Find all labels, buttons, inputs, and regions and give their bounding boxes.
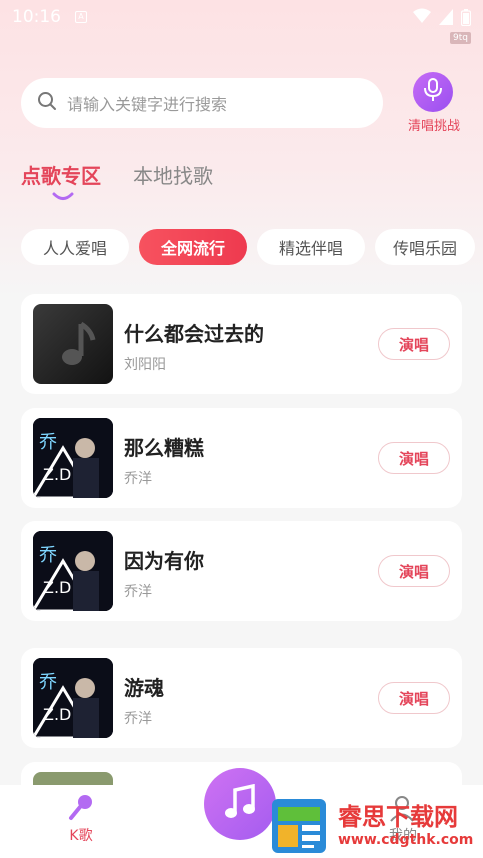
- song-card[interactable]: 乔 Z.D 那么糟糕 乔洋 演唱: [21, 408, 462, 508]
- song-title: 那么糟糕: [124, 436, 204, 460]
- song-card[interactable]: 什么都会过去的 刘阳阳 演唱: [21, 294, 462, 394]
- song-card[interactable]: 乔 Z.D 游魂 乔洋 演唱: [21, 648, 462, 748]
- svg-text:乔: 乔: [39, 432, 57, 453]
- chip-everyone-loves[interactable]: 人人爱唱: [21, 229, 129, 265]
- song-card[interactable]: 乔 Z.D 因为有你 乔洋 演唱: [21, 521, 462, 621]
- search-placeholder: 请输入关键字进行搜索: [67, 95, 228, 114]
- mic-challenge-label[interactable]: 清唱挑战: [403, 115, 465, 134]
- svg-text:Z.D: Z.D: [43, 578, 71, 597]
- song-cover: 乔 Z.D: [33, 531, 113, 611]
- tab-local-songs[interactable]: 本地找歌: [133, 160, 213, 189]
- watermark-url: www.cdgthk.com: [338, 832, 474, 848]
- watermark-title: 睿思下载网: [338, 803, 458, 831]
- sing-button[interactable]: 演唱: [378, 442, 450, 474]
- watermark: 睿思下载网 www.cdgthk.com: [268, 797, 473, 855]
- corner-tag: 9tq: [450, 32, 471, 44]
- mic-button[interactable]: [413, 72, 453, 112]
- chip-selected-accompaniment[interactable]: 精选伴唱: [257, 229, 365, 265]
- wifi-icon: [413, 8, 431, 26]
- svg-text:乔: 乔: [39, 545, 57, 566]
- song-artist: 乔洋: [124, 471, 152, 487]
- karaoke-mic-icon[interactable]: [66, 792, 96, 822]
- microphone-icon: [423, 78, 443, 106]
- signal-icon: [439, 9, 453, 25]
- song-artist: 乔洋: [124, 711, 152, 727]
- song-title: 什么都会过去的: [124, 322, 264, 346]
- status-time: 10:16: [12, 7, 61, 27]
- search-input[interactable]: 请输入关键字进行搜索: [21, 78, 383, 128]
- svg-text:Z.D: Z.D: [43, 705, 71, 724]
- svg-text:Z.D: Z.D: [43, 465, 71, 484]
- notification-icon: A: [75, 11, 87, 23]
- song-title: 因为有你: [124, 549, 204, 573]
- music-note-icon: [223, 783, 257, 824]
- search-icon: [37, 91, 57, 115]
- song-title: 游魂: [124, 676, 164, 700]
- tab-song-zone[interactable]: 点歌专区: [21, 160, 101, 189]
- music-center-button[interactable]: [204, 768, 276, 840]
- song-cover: [33, 304, 113, 384]
- tab-bar: 点歌专区 本地找歌: [21, 160, 213, 189]
- chip-trending[interactable]: 全网流行: [139, 229, 247, 265]
- category-chips: 人人爱唱 全网流行 精选伴唱 传唱乐园: [21, 229, 475, 265]
- battery-icon: [461, 8, 471, 26]
- sing-button[interactable]: 演唱: [378, 555, 450, 587]
- song-artist: 刘阳阳: [124, 357, 166, 373]
- music-note-icon: [33, 321, 113, 384]
- song-artist: 乔洋: [124, 584, 152, 600]
- song-cover: 乔 Z.D: [33, 658, 113, 738]
- status-bar: 10:16 A: [0, 0, 483, 34]
- nav-k-song[interactable]: K歌: [60, 825, 102, 845]
- sing-button[interactable]: 演唱: [378, 682, 450, 714]
- chip-singing-park[interactable]: 传唱乐园: [375, 229, 475, 265]
- watermark-logo-icon: [268, 797, 330, 855]
- song-cover: 乔 Z.D: [33, 418, 113, 498]
- svg-text:乔: 乔: [39, 672, 57, 693]
- tab-indicator: [52, 188, 74, 200]
- sing-button[interactable]: 演唱: [378, 328, 450, 360]
